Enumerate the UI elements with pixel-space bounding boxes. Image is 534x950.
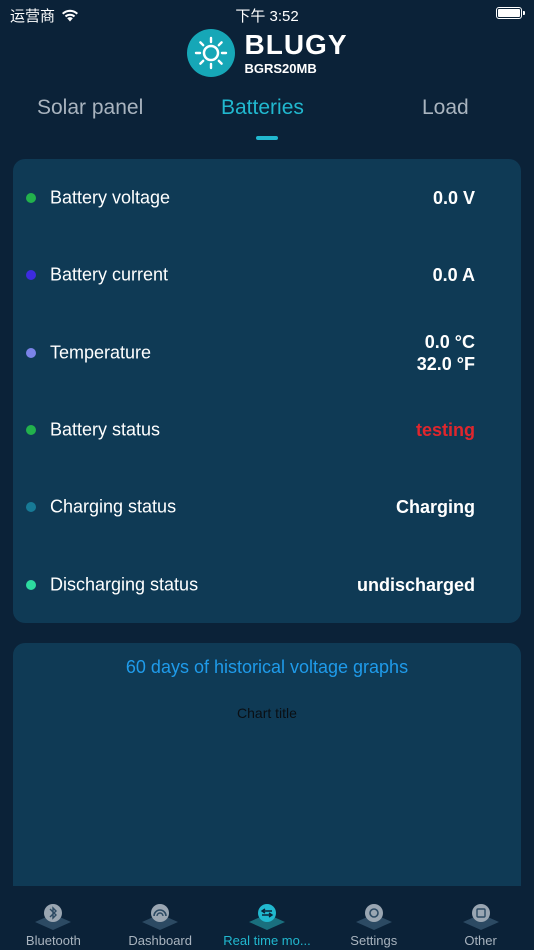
metric-value: undischarged <box>356 575 475 595</box>
metric-label: Battery current <box>50 264 169 285</box>
brand-name: BLUGY <box>244 29 348 60</box>
tabbar-label: Settings <box>350 933 398 948</box>
tab-solar-panel[interactable]: Solar panel <box>37 96 143 120</box>
metric-value: 0.0 A <box>432 265 475 285</box>
tabbar-label: Other <box>464 933 497 948</box>
metric-temperature: Temperature 0.0 °C 32.0 °F <box>13 323 521 383</box>
metric-dot <box>26 580 36 590</box>
metric-battery-current: Battery current 0.0 A <box>13 245 521 305</box>
battery-icon <box>496 7 525 19</box>
metric-battery-voltage: Battery voltage 0.0 V <box>13 168 521 228</box>
metric-label: Discharging status <box>50 574 199 595</box>
tab-active-indicator <box>256 136 278 140</box>
metric-discharging-status: Discharging status undischarged <box>13 555 521 615</box>
metric-label: Battery status <box>50 419 161 440</box>
status-time: 下午 3:52 <box>235 8 299 25</box>
settings-icon <box>355 904 392 930</box>
realtime-icon <box>248 904 285 930</box>
sun-logo-icon <box>186 29 235 77</box>
bluetooth-icon <box>35 904 72 930</box>
tabbar-label: Bluetooth <box>25 933 81 948</box>
tab-load[interactable]: Load <box>422 96 469 120</box>
status-bar: 运营商 下午 3:52 <box>0 0 534 28</box>
brand-header: BLUGY BGRS20MB <box>0 28 534 78</box>
history-graph-link[interactable]: 60 days of historical voltage graphs <box>13 657 521 678</box>
metric-charging-status: Charging status Charging <box>13 477 521 537</box>
tab-batteries[interactable]: Batteries <box>221 96 304 120</box>
metric-value: 0.0 V <box>432 188 475 208</box>
tabbar-item-realtime[interactable]: Real time mo... <box>214 886 321 950</box>
tabbar-item-dashboard[interactable]: Dashboard <box>107 886 214 950</box>
metric-value: testing <box>415 420 475 440</box>
tabbar-item-other[interactable]: Other <box>427 886 534 950</box>
metric-dot <box>26 270 36 280</box>
temperature-celsius: 0.0 °C <box>424 332 475 352</box>
metric-label: Battery voltage <box>50 187 171 208</box>
metric-dot <box>26 348 36 358</box>
metric-dot <box>26 502 36 512</box>
other-icon <box>462 904 499 930</box>
metric-dot <box>26 425 36 435</box>
temperature-fahrenheit: 32.0 °F <box>416 354 475 374</box>
tabbar-label: Real time mo... <box>223 933 311 948</box>
metric-battery-status: Battery status testing <box>13 400 521 460</box>
battery-metrics-card: Battery voltage 0.0 V Battery current 0.… <box>13 159 521 623</box>
metric-value: Charging <box>396 497 475 517</box>
chart-title: Chart title <box>237 705 297 721</box>
metric-label: Charging status <box>50 496 177 517</box>
metric-label: Temperature <box>50 342 152 363</box>
tabbar-item-bluetooth[interactable]: Bluetooth <box>0 886 107 950</box>
metric-value: 0.0 °C 32.0 °F <box>417 331 475 375</box>
tabbar-item-settings[interactable]: Settings <box>320 886 427 950</box>
metric-dot <box>26 193 36 203</box>
dashboard-icon <box>142 904 179 930</box>
tabbar-label: Dashboard <box>128 933 192 948</box>
bottom-tab-bar: Bluetooth Dashboard Real time mo... Sett… <box>0 886 534 950</box>
segment-tabs: Solar panel Batteries Load <box>0 96 534 144</box>
brand-text: BLUGY BGRS20MB <box>244 29 348 76</box>
device-model: BGRS20MB <box>244 61 317 76</box>
